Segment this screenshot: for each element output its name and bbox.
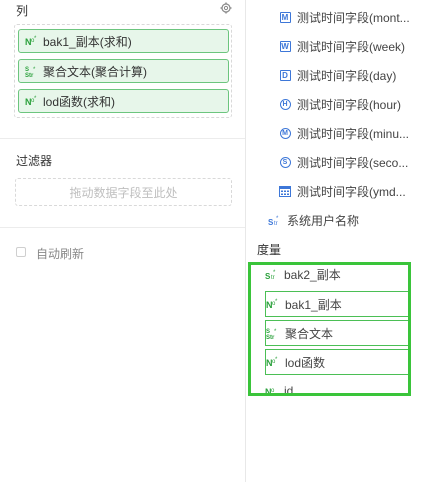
field-label: 测试时间字段(ymd... <box>297 184 406 199</box>
measure-bak1-copy[interactable]: N o * bak1_副本 <box>265 291 409 317</box>
columns-drop-zone[interactable]: N o * bak1_副本(求和) S Str * 聚合文本(聚合计算) N o… <box>14 24 232 118</box>
section-divider <box>0 227 245 228</box>
field-label: 测试时间字段(day) <box>297 68 397 83</box>
field-test-time-week[interactable]: W 测试时间字段(week) <box>278 37 405 55</box>
field-test-time-minute[interactable]: M 测试时间字段(minu... <box>278 124 409 142</box>
field-test-time-hour[interactable]: H 测试时间字段(hour) <box>278 95 401 113</box>
calendar-icon <box>278 184 292 198</box>
measure-bak2-copy[interactable]: S tr * bak2_副本 <box>265 261 409 287</box>
measure-label: bak2_副本 <box>284 267 341 282</box>
field-label: 测试时间字段(mont... <box>297 10 410 25</box>
measure-lod[interactable]: N o * lod函数 <box>265 349 409 375</box>
number-type-icon: N o * <box>266 357 278 368</box>
svg-text:*: * <box>275 357 278 363</box>
column-pill-bak1[interactable]: N o * bak1_副本(求和) <box>18 29 229 53</box>
number-type-icon: N o * <box>266 299 278 310</box>
measure-id[interactable]: N o id <box>265 378 409 404</box>
filter-title: 过滤器 <box>16 154 53 168</box>
measure-label: 聚合文本 <box>285 326 334 341</box>
field-label: 测试时间字段(week) <box>297 39 406 54</box>
svg-text:*: * <box>273 270 276 276</box>
string-type-icon: S Str * <box>25 67 36 77</box>
column-pill-lod[interactable]: N o * lod函数(求和) <box>18 89 229 113</box>
column-pill-label: bak1_副本(求和) <box>43 34 132 49</box>
svg-text:*: * <box>275 299 278 305</box>
field-test-time-second[interactable]: S 测试时间字段(seco... <box>278 153 408 171</box>
measure-aggregate-text[interactable]: S Str * 聚合文本 <box>265 320 409 346</box>
field-label: 测试时间字段(hour) <box>297 97 402 112</box>
hour-type-icon: H <box>278 97 292 111</box>
svg-text:Str: Str <box>25 73 34 77</box>
column-pill-aggregate-text[interactable]: S Str * 聚合文本(聚合计算) <box>18 59 229 83</box>
string-type-icon: S Str * <box>266 329 277 340</box>
day-type-icon: D <box>278 68 292 82</box>
number-type-icon: N o * <box>25 36 37 47</box>
gear-icon[interactable] <box>220 2 232 14</box>
column-pill-label: lod函数(求和) <box>43 94 116 109</box>
measures-title: 度量 <box>257 243 282 257</box>
number-type-icon: N o * <box>25 96 37 107</box>
fields-panel: M 测试时间字段(mont... W 测试时间字段(week) D 测试时间字段… <box>246 0 423 482</box>
svg-text:*: * <box>34 96 37 102</box>
svg-text:*: * <box>274 329 277 335</box>
field-test-time-day[interactable]: D 测试时间字段(day) <box>278 66 396 84</box>
columns-title: 列 <box>16 4 29 18</box>
svg-text:*: * <box>33 67 36 73</box>
measure-label: bak1_副本 <box>285 297 342 312</box>
column-pill-label: 聚合文本(聚合计算) <box>43 64 147 79</box>
left-panel: 列 N o * bak1_副本(求和) S Str * 聚合文本(聚合计算) N… <box>0 0 245 482</box>
field-system-user-name[interactable]: S tr * 系统用户名称 <box>268 211 359 229</box>
svg-text:Str: Str <box>266 335 275 340</box>
number-type-icon: N o <box>265 387 275 397</box>
field-label: 系统用户名称 <box>287 213 360 228</box>
auto-refresh-label: 自动刷新 <box>36 247 85 261</box>
minute-type-icon: M <box>278 126 292 140</box>
section-divider <box>0 138 245 139</box>
month-type-icon: M <box>278 10 292 24</box>
filter-drop-zone[interactable]: 拖动数据字段至此处 <box>15 178 232 206</box>
measure-label: lod函数 <box>285 355 326 370</box>
string-type-icon: S tr * <box>268 216 279 227</box>
filter-placeholder: 拖动数据字段至此处 <box>69 185 178 200</box>
auto-refresh-checkbox[interactable] <box>16 247 26 257</box>
field-label: 测试时间字段(minu... <box>297 126 410 141</box>
string-type-icon: S tr * <box>265 270 276 281</box>
field-label: 测试时间字段(seco... <box>297 155 409 170</box>
svg-text:o: o <box>271 388 275 394</box>
svg-text:*: * <box>34 36 37 42</box>
second-type-icon: S <box>278 155 292 169</box>
svg-text:*: * <box>276 216 279 222</box>
field-test-time-month[interactable]: M 测试时间字段(mont... <box>278 8 410 26</box>
field-test-time-ymd[interactable]: 测试时间字段(ymd... <box>278 182 406 200</box>
week-type-icon: W <box>279 40 291 52</box>
measure-label: id <box>284 384 294 398</box>
